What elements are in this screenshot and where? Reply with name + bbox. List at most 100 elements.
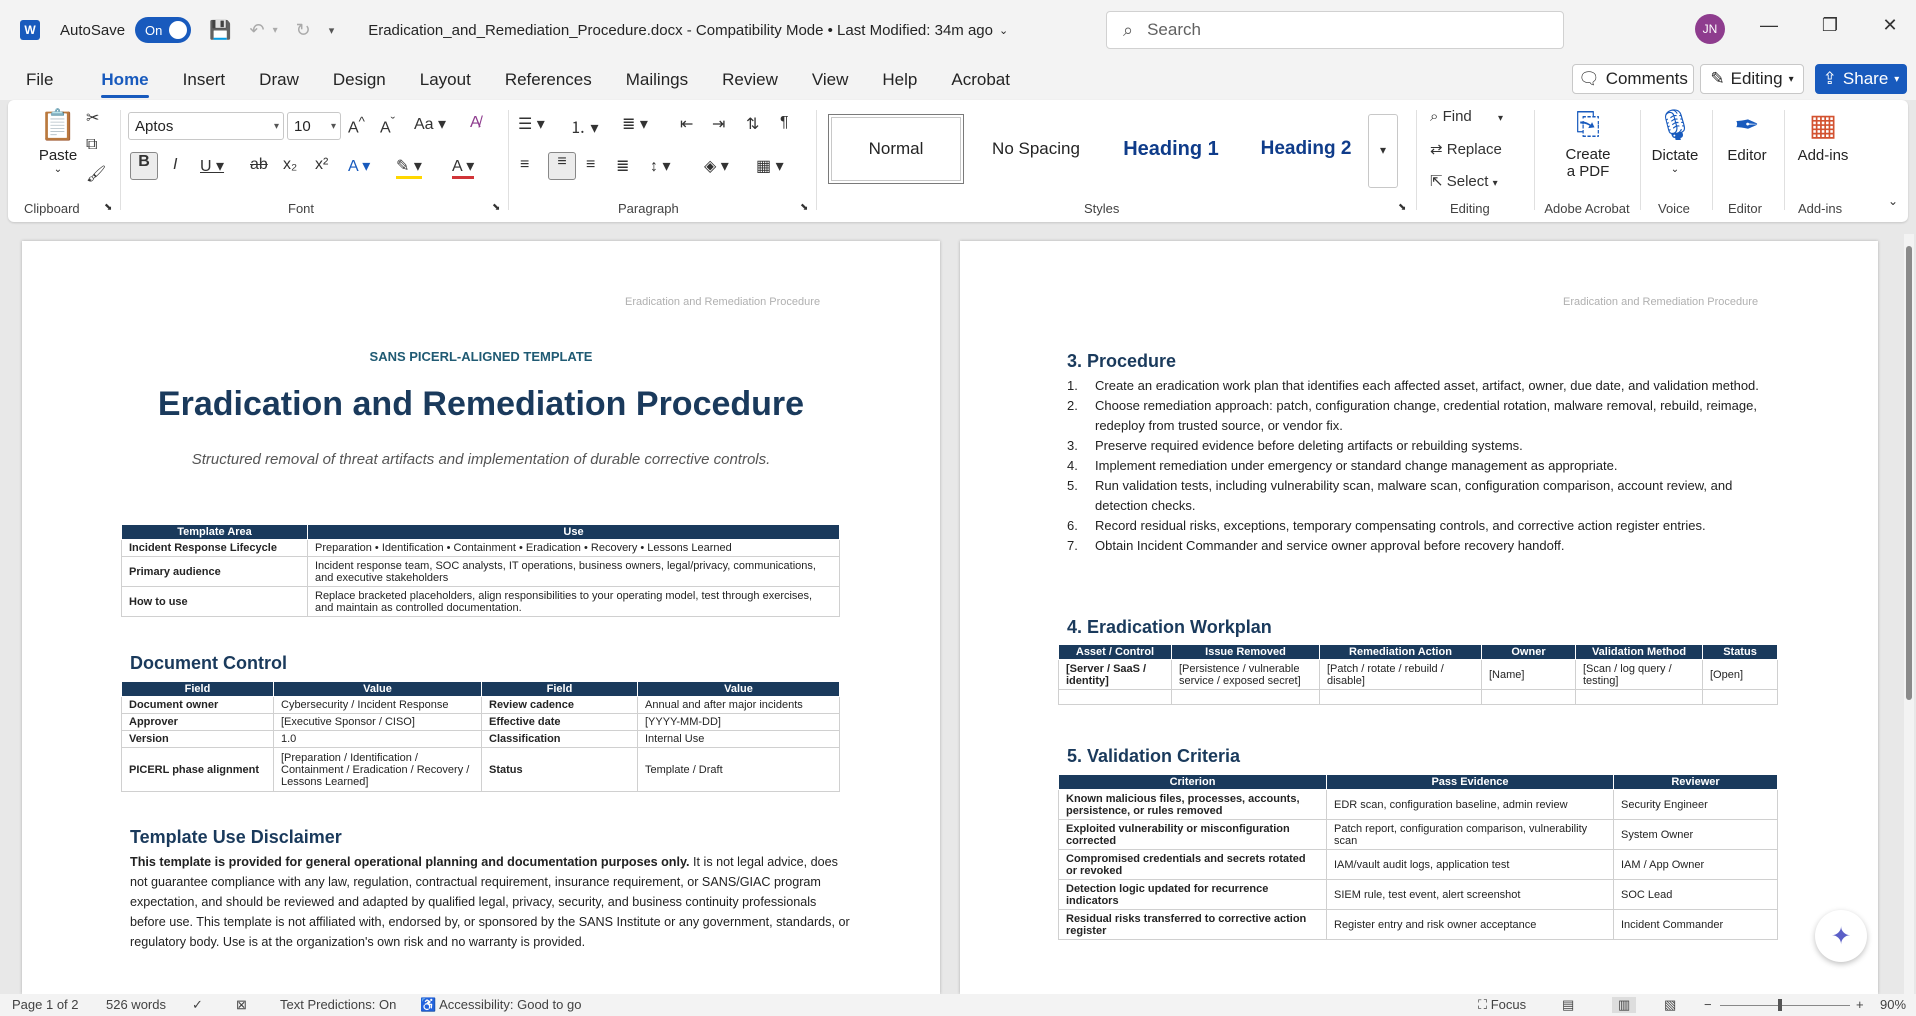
copy-icon[interactable]: ⧉ bbox=[86, 136, 97, 154]
tab-layout[interactable]: Layout bbox=[408, 60, 483, 100]
tab-mailings[interactable]: Mailings bbox=[614, 60, 700, 100]
tab-references[interactable]: References bbox=[493, 60, 604, 100]
print-layout-icon[interactable]: ▥ bbox=[1612, 997, 1637, 1013]
justify-icon[interactable]: ≣ bbox=[616, 156, 629, 176]
dialog-launcher-icon[interactable]: ⬊ bbox=[1398, 202, 1406, 213]
zoom-slider-thumb[interactable] bbox=[1778, 999, 1782, 1011]
share-button[interactable]: ⇪ Share ▾ bbox=[1815, 64, 1907, 94]
avatar[interactable]: JN bbox=[1695, 14, 1725, 44]
zoom-out-icon[interactable]: − bbox=[1704, 997, 1712, 1012]
shrink-font-icon[interactable]: Aˇ bbox=[380, 114, 395, 137]
increase-indent-icon[interactable]: ⇥ bbox=[712, 114, 725, 134]
document-page-2[interactable]: Eradication and Remediation Procedure 3.… bbox=[960, 241, 1878, 994]
italic-button[interactable]: I bbox=[173, 156, 177, 174]
comments-button[interactable]: 🗨 Comments bbox=[1572, 64, 1694, 94]
subscript-button[interactable]: x₂ bbox=[283, 156, 297, 174]
editing-mode-button[interactable]: ✎ Editing ▾ bbox=[1700, 64, 1804, 94]
format-painter-icon[interactable]: 🖌 bbox=[86, 164, 106, 184]
bullets-icon[interactable]: ☰ ▾ bbox=[518, 114, 545, 134]
superscript-button[interactable]: x² bbox=[315, 156, 328, 174]
undo-dropdown-icon[interactable]: ▾ bbox=[273, 25, 278, 36]
underline-button[interactable]: U ▾ bbox=[200, 156, 224, 176]
numbering-icon[interactable]: ⒈ ▾ bbox=[570, 114, 598, 138]
shading-icon[interactable]: ◈ ▾ bbox=[704, 156, 729, 176]
dialog-launcher-icon[interactable]: ⬊ bbox=[104, 202, 112, 213]
font-name-input[interactable]: Aptos ▾ bbox=[128, 112, 284, 140]
style-heading-2[interactable]: Heading 2 bbox=[1238, 114, 1374, 184]
cut-icon[interactable]: ✂ bbox=[86, 108, 99, 128]
text-predictions-status[interactable]: Text Predictions: On bbox=[280, 997, 396, 1012]
web-layout-icon[interactable]: ▧ bbox=[1664, 997, 1676, 1013]
find-button[interactable]: ⌕ Find ▾ bbox=[1430, 108, 1503, 125]
text-effects-icon[interactable]: A ▾ bbox=[348, 156, 370, 176]
create-pdf-button[interactable]: ⎘ Create a PDF bbox=[1542, 108, 1634, 180]
change-case-icon[interactable]: Aa ▾ bbox=[414, 114, 446, 134]
line-spacing-icon[interactable]: ↕ ▾ bbox=[650, 156, 670, 176]
redo-icon[interactable]: ↻ bbox=[296, 20, 311, 41]
scrollbar-thumb[interactable] bbox=[1906, 246, 1912, 700]
proofing-icon[interactable]: ✓ bbox=[192, 997, 203, 1013]
tab-draw[interactable]: Draw bbox=[247, 60, 311, 100]
macro-icon[interactable]: ⊠ bbox=[236, 997, 247, 1013]
collapse-ribbon-icon[interactable]: ⌄ bbox=[1888, 194, 1898, 208]
strikethrough-button[interactable]: ab bbox=[250, 156, 268, 174]
search-box[interactable]: ⌕ Search bbox=[1106, 11, 1564, 49]
paste-button[interactable]: 📋 Paste ⌄ bbox=[28, 108, 88, 175]
copilot-icon[interactable]: ✦ bbox=[1815, 910, 1867, 962]
bold-button[interactable]: B bbox=[130, 152, 158, 180]
autosave-toggle[interactable]: On bbox=[135, 17, 192, 43]
minimize-icon[interactable]: — bbox=[1754, 15, 1784, 36]
editor-button[interactable]: ✒ Editor bbox=[1716, 108, 1778, 164]
tab-file[interactable]: File bbox=[14, 60, 65, 100]
save-icon[interactable]: 💾 bbox=[209, 20, 231, 41]
dialog-launcher-icon[interactable]: ⬊ bbox=[492, 202, 500, 213]
select-button[interactable]: ⇱ Select ▾ bbox=[1430, 172, 1498, 190]
document-title[interactable]: Eradication_and_Remediation_Procedure.do… bbox=[368, 22, 993, 39]
focus-button[interactable]: ⛶ Focus bbox=[1478, 997, 1526, 1013]
customize-qat-icon[interactable]: ▾ bbox=[329, 24, 335, 37]
document-page-1[interactable]: Eradication and Remediation Procedure SA… bbox=[22, 241, 940, 994]
tab-acrobat[interactable]: Acrobat bbox=[939, 60, 1022, 100]
close-icon[interactable]: ✕ bbox=[1875, 15, 1905, 36]
borders-icon[interactable]: ▦ ▾ bbox=[756, 156, 784, 176]
tab-help[interactable]: Help bbox=[870, 60, 929, 100]
create-pdf-label: Create a PDF bbox=[1565, 146, 1611, 180]
dialog-launcher-icon[interactable]: ⬊ bbox=[800, 202, 808, 213]
tab-design[interactable]: Design bbox=[321, 60, 398, 100]
font-size-input[interactable]: 10 ▾ bbox=[287, 112, 341, 140]
zoom-slider[interactable] bbox=[1720, 999, 1850, 1011]
tab-review[interactable]: Review bbox=[710, 60, 790, 100]
multilevel-list-icon[interactable]: ≣ ▾ bbox=[622, 114, 648, 134]
grow-font-icon[interactable]: A^ bbox=[348, 114, 365, 137]
tab-home[interactable]: Home bbox=[89, 60, 160, 100]
add-ins-button[interactable]: ▦ Add-ins bbox=[1788, 108, 1858, 164]
tab-insert[interactable]: Insert bbox=[171, 60, 238, 100]
replace-button[interactable]: ⇄ Replace bbox=[1430, 140, 1502, 158]
toggle-knob bbox=[169, 21, 188, 39]
zoom-level[interactable]: 90% bbox=[1880, 997, 1906, 1012]
highlight-icon[interactable]: ✎ ▾ bbox=[396, 156, 422, 179]
align-right-icon[interactable]: ≡ bbox=[586, 156, 595, 174]
tab-view[interactable]: View bbox=[800, 60, 861, 100]
read-mode-icon[interactable]: ▤ bbox=[1562, 997, 1574, 1013]
decrease-indent-icon[interactable]: ⇤ bbox=[680, 114, 693, 134]
zoom-in-icon[interactable]: + bbox=[1856, 997, 1864, 1012]
restore-icon[interactable]: ❐ bbox=[1815, 15, 1845, 36]
style-no-spacing[interactable]: No Spacing bbox=[968, 114, 1104, 184]
font-color-icon[interactable]: A ▾ bbox=[452, 156, 475, 179]
accessibility-status[interactable]: ♿ Accessibility: Good to go bbox=[420, 997, 581, 1013]
show-formatting-icon[interactable]: ¶ bbox=[780, 114, 789, 132]
clear-formatting-icon[interactable]: A̸ bbox=[470, 114, 481, 132]
dictate-button[interactable]: 🎙 Dictate ⌄ bbox=[1644, 108, 1706, 175]
vertical-scrollbar[interactable] bbox=[1904, 234, 1914, 994]
page-count[interactable]: Page 1 of 2 bbox=[12, 997, 79, 1012]
word-count[interactable]: 526 words bbox=[106, 997, 166, 1012]
sort-icon[interactable]: ⇅ bbox=[746, 114, 759, 134]
align-center-icon[interactable]: ≡ bbox=[548, 152, 576, 180]
styles-gallery-expand-icon[interactable]: ▾ bbox=[1368, 114, 1398, 188]
undo-icon[interactable]: ↶ bbox=[249, 20, 264, 41]
align-left-icon[interactable]: ≡ bbox=[520, 156, 529, 174]
chevron-down-icon[interactable]: ⌄ bbox=[999, 24, 1008, 37]
style-normal[interactable]: Normal bbox=[828, 114, 964, 184]
style-heading-1[interactable]: Heading 1 bbox=[1103, 114, 1239, 184]
